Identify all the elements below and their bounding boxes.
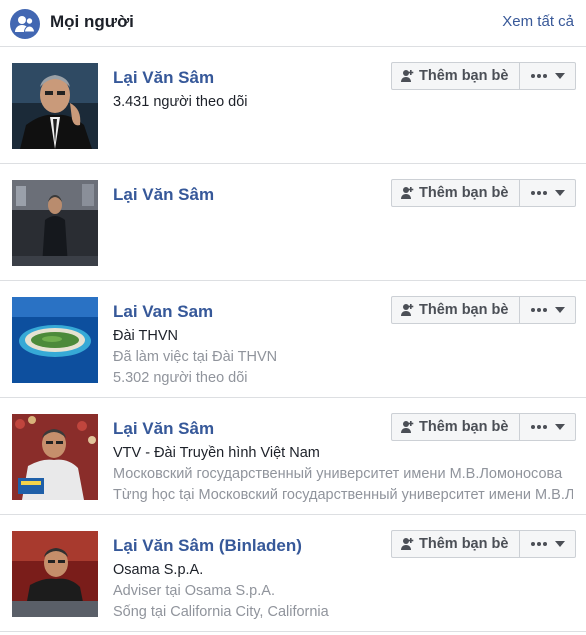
caret-down-icon [554,73,565,79]
more-icon [530,308,547,312]
caret-down-icon [554,307,565,313]
result-detail-line: Đã làm việc tại Đài THVN [113,349,278,365]
see-all-link[interactable]: Xem tất cả [502,13,574,30]
result-detail-line: Đài THVN [113,328,178,344]
add-friend-icon [400,420,414,434]
more-icon [530,425,547,429]
add-friend-button[interactable]: Thêm bạn bè [391,62,520,90]
add-friend-label: Thêm bạn bè [419,419,509,435]
add-friend-icon [400,69,414,83]
add-friend-label: Thêm bạn bè [419,185,509,201]
person-result-row: Lại Văn Sâm Thêm bạn bè [0,164,586,281]
result-detail-line: VTV - Đài Truyền hình Việt Nam [113,445,320,461]
profile-avatar[interactable] [12,414,98,500]
more-options-button[interactable] [520,296,576,324]
people-section-header: Mọi người Xem tất cả [0,0,586,47]
profile-name-link[interactable]: Lại Văn Sâm [113,68,214,88]
profile-avatar[interactable] [12,63,98,149]
person-result-row: Lại Văn Sâm (Binladen) Osama S.p.A. Advi… [0,515,586,632]
add-friend-button[interactable]: Thêm bạn bè [391,179,520,207]
add-friend-button[interactable]: Thêm bạn bè [391,296,520,324]
more-icon [530,74,547,78]
profile-name-link[interactable]: Lại Văn Sâm [113,419,214,439]
more-options-button[interactable] [520,413,576,441]
section-title: Mọi người [50,12,134,31]
add-friend-label: Thêm bạn bè [419,536,509,552]
more-options-button[interactable] [520,62,576,90]
add-friend-icon [400,537,414,551]
add-friend-button[interactable]: Thêm bạn bè [391,413,520,441]
more-icon [530,191,547,195]
person-result-row: Lại Văn Sâm 3.431 người theo dõi Thêm bạ… [0,47,586,164]
profile-avatar[interactable] [12,531,98,617]
more-icon [530,542,547,546]
profile-name-link[interactable]: Lại Văn Sâm [113,185,214,205]
profile-avatar[interactable] [12,180,98,266]
people-icon [10,9,40,39]
caret-down-icon [554,190,565,196]
profile-name-link[interactable]: Lai Van Sam [113,302,213,322]
profile-name-link[interactable]: Lại Văn Sâm (Binladen) [113,536,302,556]
result-detail-line: Adviser tại Osama S.p.A. [113,583,275,599]
more-options-button[interactable] [520,179,576,207]
caret-down-icon [554,424,565,430]
result-detail-line: Osama S.p.A. [113,562,204,578]
result-detail-line: 3.431 người theo dõi [113,94,248,110]
result-detail-line: 5.302 người theo dõi [113,370,248,386]
add-friend-icon [400,303,414,317]
add-friend-label: Thêm bạn bè [419,68,509,84]
person-result-row: Lai Van Sam Đài THVN Đã làm việc tại Đài… [0,281,586,398]
person-result-row: Lại Văn Sâm VTV - Đài Truyền hình Việt N… [0,398,586,515]
add-friend-label: Thêm bạn bè [419,302,509,318]
add-friend-icon [400,186,414,200]
result-detail-line: Московский государственный университет и… [113,466,563,482]
profile-avatar[interactable] [12,297,98,383]
more-options-button[interactable] [520,530,576,558]
result-detail-line: Từng học tại Московский государственный … [113,487,573,503]
caret-down-icon [554,541,565,547]
add-friend-button[interactable]: Thêm bạn bè [391,530,520,558]
result-detail-line: Sống tại California City, California [113,604,329,620]
